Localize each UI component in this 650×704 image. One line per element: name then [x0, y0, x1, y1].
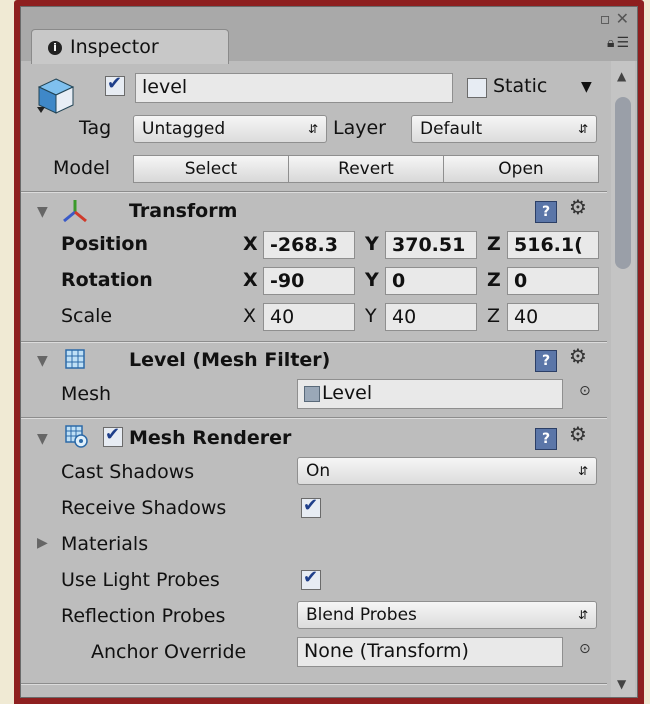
tag-value: Untagged: [142, 119, 226, 139]
static-dropdown-arrow-icon[interactable]: ▼: [581, 79, 592, 95]
divider: [21, 342, 607, 343]
axis-x-label: X: [243, 269, 258, 291]
position-x-field[interactable]: -268.3: [263, 231, 355, 259]
axis-z-label: Z: [487, 269, 501, 291]
gear-icon[interactable]: ⚙: [569, 344, 587, 368]
anchor-override-label: Anchor Override: [91, 641, 247, 663]
receive-shadows-label: Receive Shadows: [61, 497, 227, 519]
help-icon[interactable]: ?: [535, 428, 557, 450]
vertical-scrollbar[interactable]: ▲ ▼: [611, 61, 635, 697]
divider: [21, 418, 607, 419]
layer-value: Default: [420, 119, 483, 139]
model-label: Model: [53, 157, 111, 179]
help-icon[interactable]: ?: [535, 350, 557, 372]
axis-y-label: Y: [365, 305, 377, 327]
scroll-down-icon[interactable]: ▼: [617, 677, 626, 691]
scroll-up-icon[interactable]: ▲: [617, 69, 626, 83]
static-label: Static: [493, 75, 548, 97]
position-label: Position: [61, 233, 148, 255]
tab-label: Inspector: [70, 36, 159, 58]
position-y-field[interactable]: 370.51: [385, 231, 477, 259]
rotation-label: Rotation: [61, 269, 153, 291]
layer-label: Layer: [333, 117, 386, 139]
info-icon: i: [48, 41, 62, 55]
divider: [21, 684, 607, 685]
mesh-filter-grid-icon: [63, 347, 87, 371]
help-icon[interactable]: ?: [535, 201, 557, 223]
inspector-window: i Inspector ▫ ✕ 🔒︎☰ level: [14, 0, 644, 704]
scale-z-field[interactable]: 40: [507, 303, 599, 331]
dropdown-arrow-icon: ⇵: [577, 464, 588, 478]
mesh-label: Mesh: [61, 383, 112, 405]
gear-icon[interactable]: ⚙: [569, 195, 587, 219]
axis-y-label: Y: [365, 233, 379, 255]
gear-icon[interactable]: ⚙: [569, 422, 587, 446]
axis-z-label: Z: [487, 233, 501, 255]
dropdown-arrow-icon: ⇵: [577, 608, 588, 622]
layer-dropdown[interactable]: Default ⇵: [411, 115, 597, 143]
receive-shadows-checkbox[interactable]: [301, 495, 321, 518]
inspector-panel: i Inspector ▫ ✕ 🔒︎☰ level: [20, 6, 638, 698]
close-icon[interactable]: ✕: [616, 9, 629, 28]
use-light-probes-label: Use Light Probes: [61, 569, 220, 591]
rotation-z-field[interactable]: 0: [507, 267, 599, 295]
divider: [21, 192, 607, 193]
scale-label: Scale: [61, 305, 113, 327]
mesh-renderer-icon: [63, 423, 89, 449]
use-light-probes-checkbox[interactable]: [301, 567, 321, 590]
axis-x-label: X: [243, 305, 257, 327]
dropdown-arrow-icon: ⇵: [307, 122, 318, 136]
object-picker-icon[interactable]: ⊙: [579, 641, 591, 657]
transform-foldout-icon[interactable]: ▼: [37, 204, 48, 220]
tag-dropdown[interactable]: Untagged ⇵: [133, 115, 327, 143]
model-open-button[interactable]: Open: [443, 155, 599, 183]
rotation-y-field[interactable]: 0: [385, 267, 477, 295]
mesh-object-field[interactable]: Level: [297, 379, 563, 409]
model-select-button[interactable]: Select: [133, 155, 289, 183]
object-picker-icon[interactable]: ⊙: [579, 383, 591, 399]
name-field[interactable]: level: [135, 73, 453, 103]
model-revert-button[interactable]: Revert: [288, 155, 444, 183]
inspector-content: level Static ▼ Tag Untagged ⇵ Layer Defa…: [21, 61, 607, 697]
materials-foldout-icon[interactable]: ▶: [37, 535, 48, 551]
axis-y-label: Y: [365, 269, 379, 291]
tab-bar: i Inspector ▫ ✕ 🔒︎☰: [21, 7, 637, 64]
mesh-grid-icon: [304, 385, 320, 402]
gameobject-cube-icon: [35, 75, 77, 117]
reflection-probes-label: Reflection Probes: [61, 605, 226, 627]
scale-y-field[interactable]: 40: [385, 303, 477, 331]
mesh-renderer-enabled-checkbox[interactable]: [103, 424, 123, 447]
static-checkbox[interactable]: [467, 78, 487, 98]
lock-menu: 🔒︎☰: [607, 35, 631, 51]
position-z-field[interactable]: 516.1(: [507, 231, 599, 259]
axis-z-label: Z: [487, 305, 501, 327]
transform-axes-icon: [61, 197, 89, 225]
axis-x-label: X: [243, 233, 258, 255]
menu-icon[interactable]: ☰: [616, 35, 631, 51]
window-controls: ▫ ✕: [600, 9, 629, 28]
maximize-icon[interactable]: ▫: [600, 9, 611, 28]
reflection-probes-dropdown[interactable]: Blend Probes ⇵: [297, 601, 597, 629]
reflection-probes-value: Blend Probes: [306, 605, 417, 625]
tag-label: Tag: [79, 117, 112, 139]
mesh-filter-title: Level (Mesh Filter): [129, 349, 331, 371]
mesh-value: Level: [322, 382, 373, 404]
rotation-x-field[interactable]: -90: [263, 267, 355, 295]
active-checkbox[interactable]: [105, 73, 125, 96]
dropdown-arrow-icon: ⇵: [577, 122, 588, 136]
scrollbar-thumb[interactable]: [615, 97, 631, 269]
scale-x-field[interactable]: 40: [263, 303, 355, 331]
anchor-override-field[interactable]: None (Transform): [297, 637, 563, 667]
transform-title: Transform: [129, 200, 238, 222]
cast-shadows-value: On: [306, 461, 331, 481]
cast-shadows-label: Cast Shadows: [61, 461, 195, 483]
mesh-renderer-title: Mesh Renderer: [129, 427, 292, 449]
tab-inspector[interactable]: i Inspector: [31, 29, 229, 64]
materials-label: Materials: [61, 533, 149, 555]
mesh-renderer-foldout-icon[interactable]: ▼: [37, 431, 48, 447]
mesh-filter-foldout-icon[interactable]: ▼: [37, 353, 48, 369]
cast-shadows-dropdown[interactable]: On ⇵: [297, 457, 597, 485]
